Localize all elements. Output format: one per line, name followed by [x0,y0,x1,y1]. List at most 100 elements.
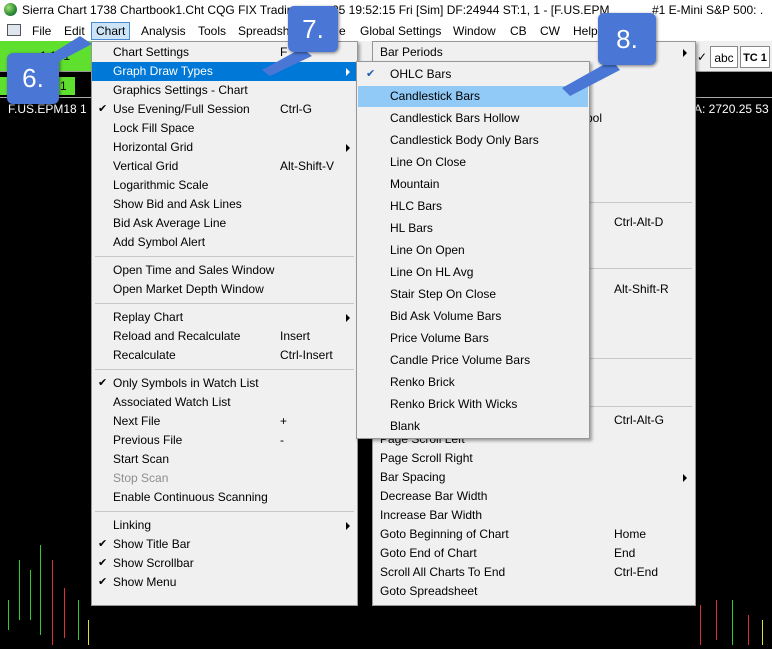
draw-type-item-candle-price-volume-bars[interactable]: Candle Price Volume Bars [358,350,588,371]
chart-menu-item-add-symbol-alert[interactable]: Add Symbol Alert [92,233,357,252]
chart-menu-item-only-symbols-in-watch-list[interactable]: ✔ Only Symbols in Watch List [92,374,357,393]
chart-menu-item-graphics-settings-chart[interactable]: Graphics Settings - Chart [92,81,357,100]
tc-button[interactable]: TC 1 [740,46,770,68]
menu-global-settings[interactable]: Global Settings [358,23,443,39]
menu-item-label: Enable Continuous Scanning [113,490,268,504]
graph-menu-item-increase-bar-width[interactable]: Increase Bar Width [373,506,695,525]
sierra-chart-logo-icon [4,3,17,16]
menu-cw[interactable]: CW [538,23,562,39]
menu-separator [95,303,354,304]
menu-chart[interactable]: Chart [91,22,131,40]
chart-menu-item-open-market-depth-window[interactable]: Open Market Depth Window [92,280,357,299]
draw-type-item-candlestick-body-only-bars[interactable]: Candlestick Body Only Bars [358,130,588,151]
menu-item-label: Decrease Bar Width [380,489,488,503]
chart-menu-item-linking[interactable]: Linking [92,516,357,535]
price-bar [19,560,20,620]
window-menu-icon[interactable] [7,24,21,36]
menu-item-label: Candlestick Body Only Bars [390,133,539,147]
draw-type-item-line-on-hl-avg[interactable]: Line On HL Avg [358,262,588,283]
chart-menu-item-show-menu[interactable]: ✔ Show Menu [92,573,357,592]
menu-item-label: Candle Price Volume Bars [390,353,531,367]
price-bar [748,615,749,645]
graph-menu-item-goto-spreadsheet[interactable]: Goto Spreadsheet [373,582,695,601]
chart-menu-item-bid-ask-average-line[interactable]: Bid Ask Average Line [92,214,357,233]
menu-spreadsheets-tail[interactable]: e [337,23,348,39]
menu-item-label: Stair Step On Close [390,287,497,301]
chart-menu-item-replay-chart[interactable]: Replay Chart [92,308,357,327]
chart-menu-item-associated-watch-list[interactable]: Associated Watch List [92,393,357,412]
draw-type-item-stair-step-on-close[interactable]: Stair Step On Close [358,284,588,305]
menu-window[interactable]: Window [451,23,498,39]
draw-type-item-bid-ask-volume-bars[interactable]: Bid Ask Volume Bars [358,306,588,327]
menu-item-label: Show Menu [113,575,177,589]
price-bar [78,600,79,640]
draw-type-item-hl-bars[interactable]: HL Bars [358,218,588,239]
graph-menu-item-goto-end-of-chart[interactable]: Goto End of Chart End [373,544,695,563]
draw-type-item-candlestick-bars[interactable]: Candlestick Bars [358,86,588,107]
menu-item-label: Vertical Grid [113,159,179,173]
menu-item-label: Goto Beginning of Chart [380,527,509,541]
draw-type-item-renko-brick-with-wicks[interactable]: Renko Brick With Wicks [358,394,588,415]
menu-item-label: Linking [113,518,152,532]
price-bar [40,545,41,635]
menu-item-label: Associated Watch List [113,395,231,409]
menu-item-label: HLC Bars [390,199,443,213]
menu-item-label: Only Symbols in Watch List [113,376,259,390]
menu-tools[interactable]: Tools [196,23,228,39]
check-icon: ✔ [98,377,108,389]
chart-menu-item-show-title-bar[interactable]: ✔ Show Title Bar [92,535,357,554]
chart-menu-item-horizontal-grid[interactable]: Horizontal Grid [92,138,357,157]
chart-menu-item-enable-continuous-scanning[interactable]: Enable Continuous Scanning [92,488,357,507]
chart-menu-item-graph-draw-types[interactable]: Graph Draw Types [92,62,357,81]
menu-cb[interactable]: CB [508,23,529,39]
draw-type-item-renko-brick[interactable]: Renko Brick [358,372,588,393]
tool-check-icon[interactable]: ✓ [696,46,708,68]
menu-item-shortcut: End [614,546,636,560]
submenu-arrow-icon [346,314,350,322]
menu-item-label: Goto Spreadsheet [380,584,478,598]
menu-item-label: Replay Chart [113,310,184,324]
draw-type-item-hlc-bars[interactable]: HLC Bars [358,196,588,217]
menu-item-label: OHLC Bars [390,67,452,81]
chart-menu-item-open-time-and-sales-window[interactable]: Open Time and Sales Window [92,261,357,280]
graph-menu-item-page-scroll-right[interactable]: Page Scroll Right [373,449,695,468]
menu-item-label: Logarithmic Scale [113,178,209,192]
menu-spreadsheets[interactable]: Spreadsh [236,23,291,39]
draw-type-item-blank[interactable]: Blank [358,416,588,437]
chart-menu-item-reload-and-recalculate[interactable]: Reload and Recalculate Insert [92,327,357,346]
chart-menu-item-next-file[interactable]: Next File + [92,412,357,431]
title-text-1: Sierra Chart 1738 Chartbook1.Cht CQG FIX… [22,3,294,17]
abc-button[interactable]: abc [710,46,738,68]
chart-menu-item-previous-file[interactable]: Previous File - [92,431,357,450]
draw-type-item-ohlc-bars[interactable]: ✔ OHLC Bars [358,64,588,85]
chart-menu-item-lock-fill-space[interactable]: Lock Fill Space [92,119,357,138]
menu-item-label: Blank [390,419,421,433]
menu-item-label: Candlestick Bars Hollow [390,111,520,125]
draw-type-item-line-on-close[interactable]: Line On Close [358,152,588,173]
menu-file[interactable]: File [30,23,53,39]
chart-menu-item-vertical-grid[interactable]: Vertical Grid Alt-Shift-V [92,157,357,176]
graph-menu-item-goto-beginning-of-chart[interactable]: Goto Beginning of Chart Home [373,525,695,544]
graph-menu-item-decrease-bar-width[interactable]: Decrease Bar Width [373,487,695,506]
menu-edit[interactable]: Edit [62,23,87,39]
chart-menu-item-recalculate[interactable]: Recalculate Ctrl-Insert [92,346,357,365]
submenu-arrow-icon [346,68,350,76]
submenu-arrow-icon [346,522,350,530]
menu-help[interactable]: Help [571,23,600,39]
chart-menu-item-use-evening-full-session[interactable]: ✔ Use Evening/Full Session Ctrl-G [92,100,357,119]
graph-menu-item-scroll-all-charts-to-end[interactable]: Scroll All Charts To End Ctrl-End [373,563,695,582]
draw-type-item-candlestick-bars-hollow[interactable]: Candlestick Bars Hollow [358,108,588,129]
menu-item-label: Recalculate [113,348,176,362]
draw-type-item-line-on-open[interactable]: Line On Open [358,240,588,261]
menu-analysis[interactable]: Analysis [139,23,188,39]
draw-type-item-price-volume-bars[interactable]: Price Volume Bars [358,328,588,349]
chart-menu-item-logarithmic-scale[interactable]: Logarithmic Scale [92,176,357,195]
chart-menu-item-show-bid-and-ask-lines[interactable]: Show Bid and Ask Lines [92,195,357,214]
draw-type-item-mountain[interactable]: Mountain [358,174,588,195]
menu-item-label: Bid Ask Average Line [113,216,227,230]
graph-menu-item-bar-spacing[interactable]: Bar Spacing [373,468,695,487]
menu-item-label: Line On HL Avg [390,265,474,279]
chart-menu-item-start-scan[interactable]: Start Scan [92,450,357,469]
chart-menu-item-show-scrollbar[interactable]: ✔ Show Scrollbar [92,554,357,573]
menu-item-label: Open Market Depth Window [113,282,264,296]
